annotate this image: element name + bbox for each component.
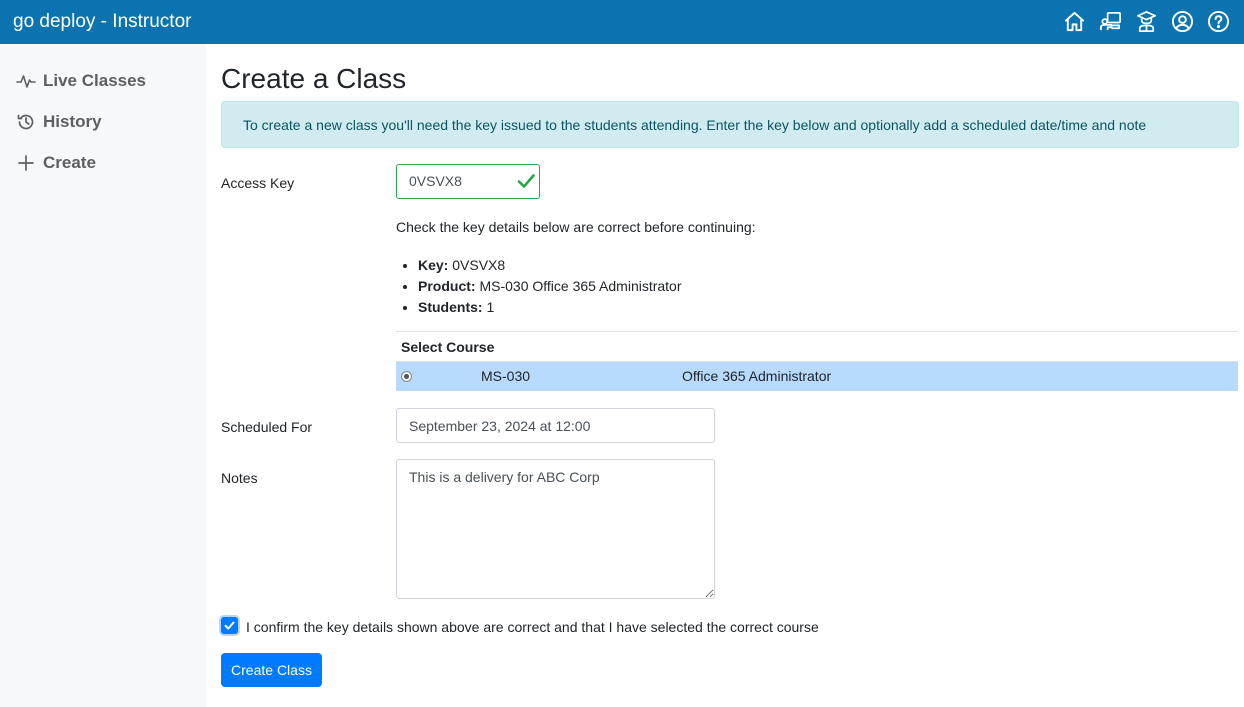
course-table: Select Course MS-030 Office 365 Administ… — [396, 331, 1238, 391]
sidebar-item-label: Live Classes — [43, 71, 147, 90]
account-icon[interactable] — [1171, 10, 1194, 33]
pulse-icon — [16, 71, 36, 91]
detail-students: Students: 1 — [418, 297, 682, 318]
access-key-label: Access Key — [221, 175, 295, 191]
check-icon — [515, 170, 537, 192]
header-icons — [1063, 10, 1230, 34]
course-radio[interactable] — [401, 371, 412, 382]
confirm-checkbox[interactable] — [221, 617, 238, 634]
access-key-value: 0VSVX8 — [409, 173, 462, 189]
course-name: Office 365 Administrator — [682, 368, 832, 384]
help-icon[interactable] — [1207, 10, 1230, 33]
home-icon[interactable] — [1063, 10, 1086, 33]
key-details-list: Key: 0VSVX8 Product: MS-030 Office 365 A… — [418, 255, 682, 318]
detail-key: Key: 0VSVX8 — [418, 255, 682, 276]
course-row[interactable]: MS-030 Office 365 Administrator — [396, 362, 1238, 391]
course-code: MS-030 — [481, 368, 531, 384]
app-title: go deploy - Instructor — [13, 11, 192, 32]
access-key-input[interactable]: 0VSVX8 — [396, 164, 540, 199]
sidebar-item-label: History — [43, 112, 102, 131]
classroom-icon[interactable] — [1099, 10, 1122, 33]
sidebar: Live Classes History Create — [0, 44, 206, 707]
page-title: Create a Class — [221, 63, 407, 94]
instructor-icon[interactable] — [1135, 10, 1158, 33]
info-alert: To create a new class you'll need the ke… — [221, 101, 1239, 148]
confirm-label: I confirm the key details shown above ar… — [246, 619, 819, 635]
sidebar-item-live-classes[interactable]: Live Classes — [16, 69, 146, 93]
notes-label: Notes — [221, 470, 258, 486]
scheduled-for-label: Scheduled For — [221, 419, 313, 435]
main-content: Create a Class To create a new class you… — [206, 44, 1244, 707]
scheduled-for-input[interactable] — [396, 408, 715, 443]
sidebar-item-create[interactable]: Create — [16, 151, 96, 175]
check-instructions: Check the key details below are correct … — [396, 219, 756, 235]
history-icon — [16, 112, 36, 132]
notes-textarea[interactable]: This is a delivery for ABC Corp — [396, 459, 715, 599]
create-class-button[interactable]: Create Class — [221, 653, 322, 687]
top-bar: go deploy - Instructor — [0, 0, 1244, 44]
course-table-header: Select Course — [396, 332, 1238, 362]
detail-product: Product: MS-030 Office 365 Administrator — [418, 276, 682, 297]
plus-icon — [16, 153, 36, 173]
sidebar-item-history[interactable]: History — [16, 110, 102, 134]
sidebar-item-label: Create — [43, 153, 96, 172]
